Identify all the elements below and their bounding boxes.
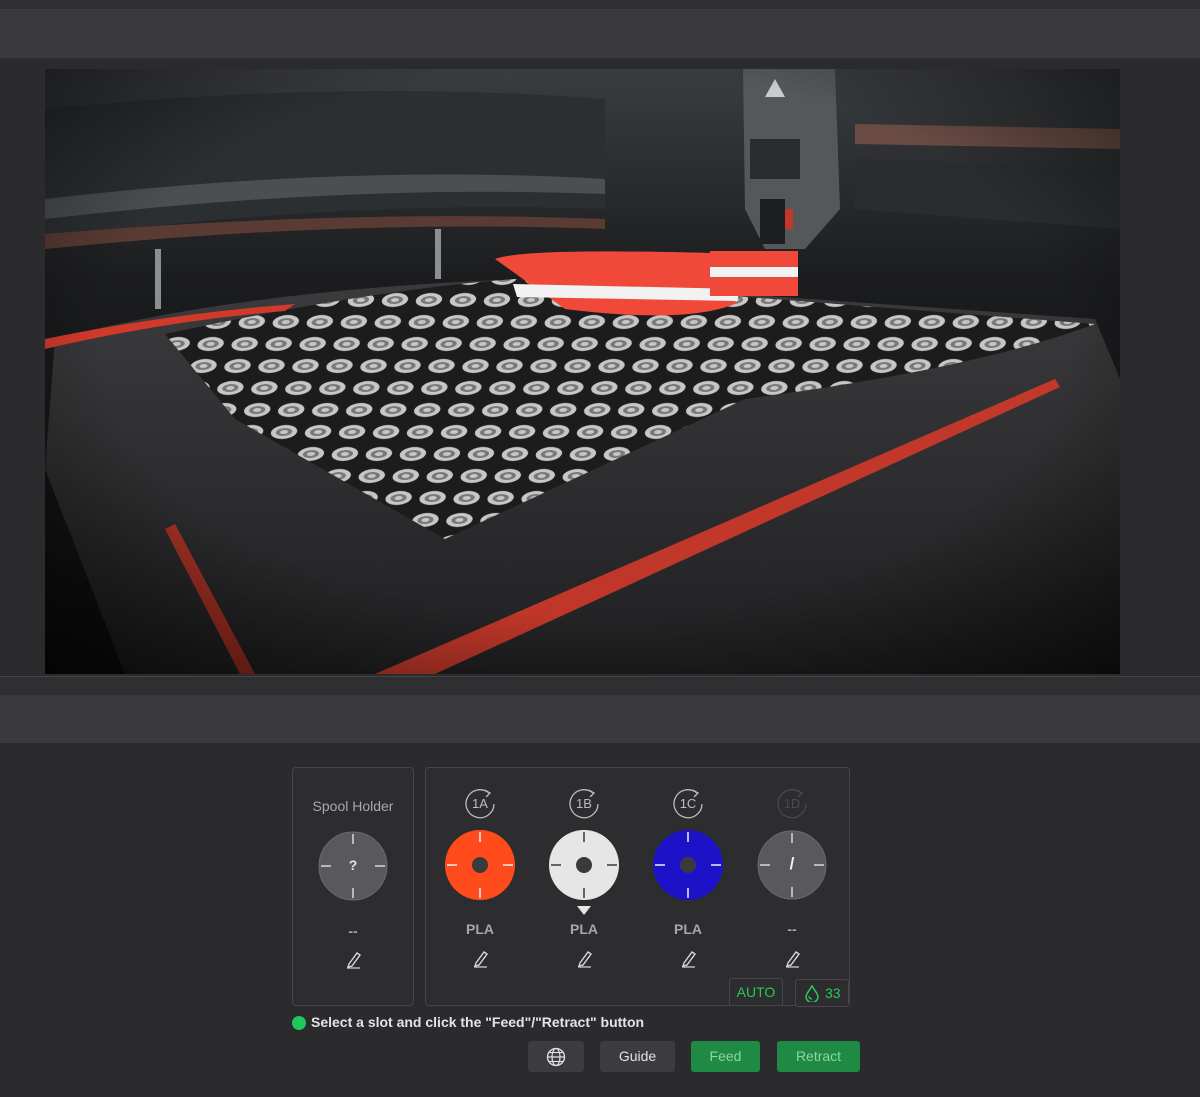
window-top-edge [0,0,1200,10]
slot-1b-id: 1B [576,796,592,811]
slot-1d-material: -- [787,921,797,937]
spool-holder-disk[interactable]: ? [318,831,388,901]
section-header-bar [0,695,1200,743]
slot-1b-spool[interactable] [549,830,619,900]
pencil-icon[interactable] [575,948,595,968]
guide-button[interactable]: Guide [600,1041,675,1072]
slot-1d-spool[interactable]: / [757,830,827,900]
slot-1c-id: 1C [679,796,697,811]
humidity-badge: 33 [795,979,849,1007]
pencil-icon[interactable] [471,948,491,968]
language-button[interactable] [528,1041,584,1072]
humidity-value: 33 [825,985,841,1001]
section-divider [0,676,1200,696]
slot-1a-badge[interactable]: 1A [463,787,497,821]
slot-1b-material: PLA [570,921,598,937]
selected-slot-indicator [577,906,591,915]
pencil-icon[interactable] [344,949,364,969]
spool-holder-title: Spool Holder [312,798,394,814]
slot-1d-id: 1D [783,796,801,811]
pencil-icon[interactable] [679,948,699,968]
retract-button[interactable]: Retract [777,1041,860,1072]
slot-1a-material: PLA [466,921,494,937]
camera-area [0,58,1200,678]
slot-1a-id: 1A [472,796,488,811]
slot-1b-badge[interactable]: 1B [567,787,601,821]
spool-holder-material: -- [348,923,358,939]
globe-icon [546,1047,566,1067]
camera-feed [45,69,1120,674]
status-text: Select a slot and click the "Feed"/"Retr… [311,1014,645,1030]
slot-1d-symbol: / [789,854,795,873]
auto-mode-badge[interactable]: AUTO [729,978,783,1006]
spool-holder-symbol: ? [348,857,358,873]
status-dot [292,1016,306,1030]
slot-1c-material: PLA [674,921,702,937]
top-toolbar [0,10,1200,58]
slot-1c-spool[interactable] [653,830,723,900]
pencil-icon[interactable] [783,948,803,968]
slot-1d-badge[interactable]: 1D [775,787,809,821]
spool-holder-panel: Spool Holder ? -- [292,767,414,1006]
slot-1c-badge[interactable]: 1C [671,787,705,821]
droplet-icon [805,985,819,1002]
slot-1a-spool[interactable] [445,830,515,900]
feed-button[interactable]: Feed [691,1041,760,1072]
